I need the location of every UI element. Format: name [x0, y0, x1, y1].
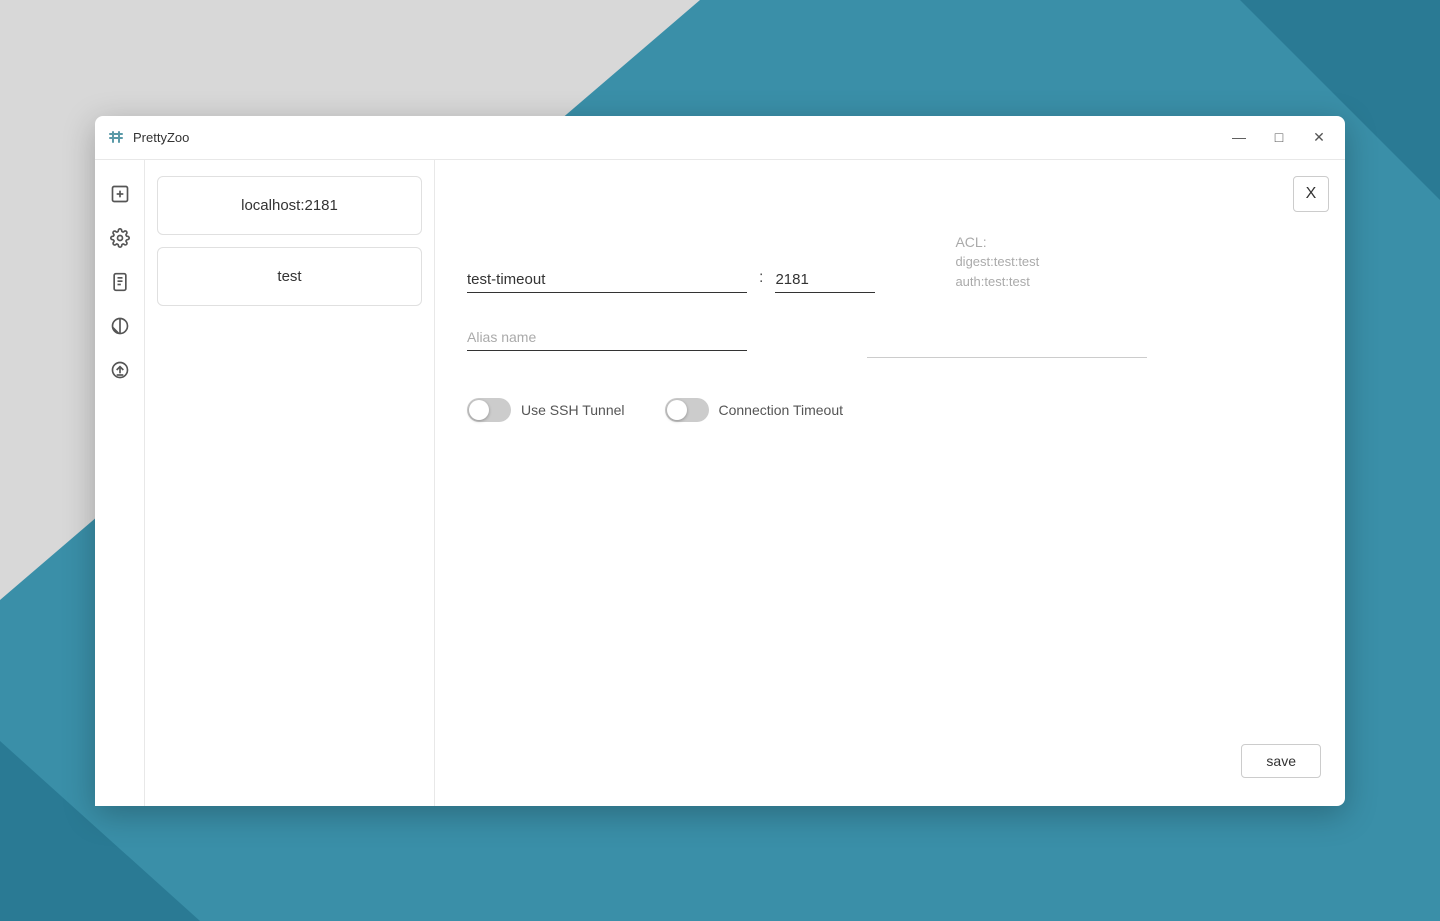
settings-button[interactable] — [102, 220, 138, 256]
port-input[interactable] — [775, 267, 875, 293]
host-input[interactable] — [467, 267, 747, 293]
connection-timeout-label: Connection Timeout — [719, 402, 844, 418]
ssh-tunnel-toggle[interactable] — [467, 398, 511, 422]
logs-button[interactable] — [102, 264, 138, 300]
window-controls: — □ ✕ — [1225, 123, 1333, 151]
port-field — [775, 267, 875, 293]
window-body: localhost:2181 test X : — [95, 160, 1345, 806]
connection-card-test[interactable]: test — [157, 247, 422, 306]
ssh-tunnel-label: Use SSH Tunnel — [521, 402, 625, 418]
acl-line2: auth:test:test — [955, 272, 1039, 293]
ssh-tunnel-group: Use SSH Tunnel — [467, 398, 625, 422]
theme-button[interactable] — [102, 308, 138, 344]
title-bar: PrettyZoo — □ ✕ — [95, 116, 1345, 160]
acl-input-field — [867, 325, 1147, 358]
toggles-row: Use SSH Tunnel Connection Timeout — [467, 398, 1313, 422]
minimize-button[interactable]: — — [1225, 123, 1253, 151]
main-window: PrettyZoo — □ ✕ — [95, 116, 1345, 806]
acl-label: ACL: — [955, 234, 1039, 250]
close-button[interactable]: ✕ — [1305, 123, 1333, 151]
main-content: X : ACL: digest:test:test auth:test:test — [435, 160, 1345, 806]
acl-line1: digest:test:test — [955, 252, 1039, 273]
acl-section: ACL: digest:test:test auth:test:test — [955, 234, 1039, 294]
app-logo — [107, 128, 125, 146]
connection-timeout-group: Connection Timeout — [665, 398, 844, 422]
connection-list: localhost:2181 test — [145, 160, 435, 806]
connection-card-localhost[interactable]: localhost:2181 — [157, 176, 422, 235]
update-button[interactable] — [102, 352, 138, 388]
host-field — [467, 267, 747, 293]
acl-input[interactable] — [867, 333, 1147, 358]
app-title: PrettyZoo — [133, 130, 1225, 145]
alias-field — [467, 325, 747, 351]
sidebar-icons — [95, 160, 145, 806]
save-button[interactable]: save — [1241, 744, 1321, 778]
maximize-button[interactable]: □ — [1265, 123, 1293, 151]
alias-input[interactable] — [467, 325, 747, 351]
alias-acl-row — [467, 325, 1313, 358]
connection-timeout-toggle[interactable] — [665, 398, 709, 422]
host-port-row: : ACL: digest:test:test auth:test:test — [467, 234, 1313, 294]
port-separator: : — [747, 269, 775, 293]
add-connection-button[interactable] — [102, 176, 138, 212]
connection-form: : ACL: digest:test:test auth:test:test — [467, 234, 1313, 423]
form-close-button[interactable]: X — [1293, 176, 1329, 212]
